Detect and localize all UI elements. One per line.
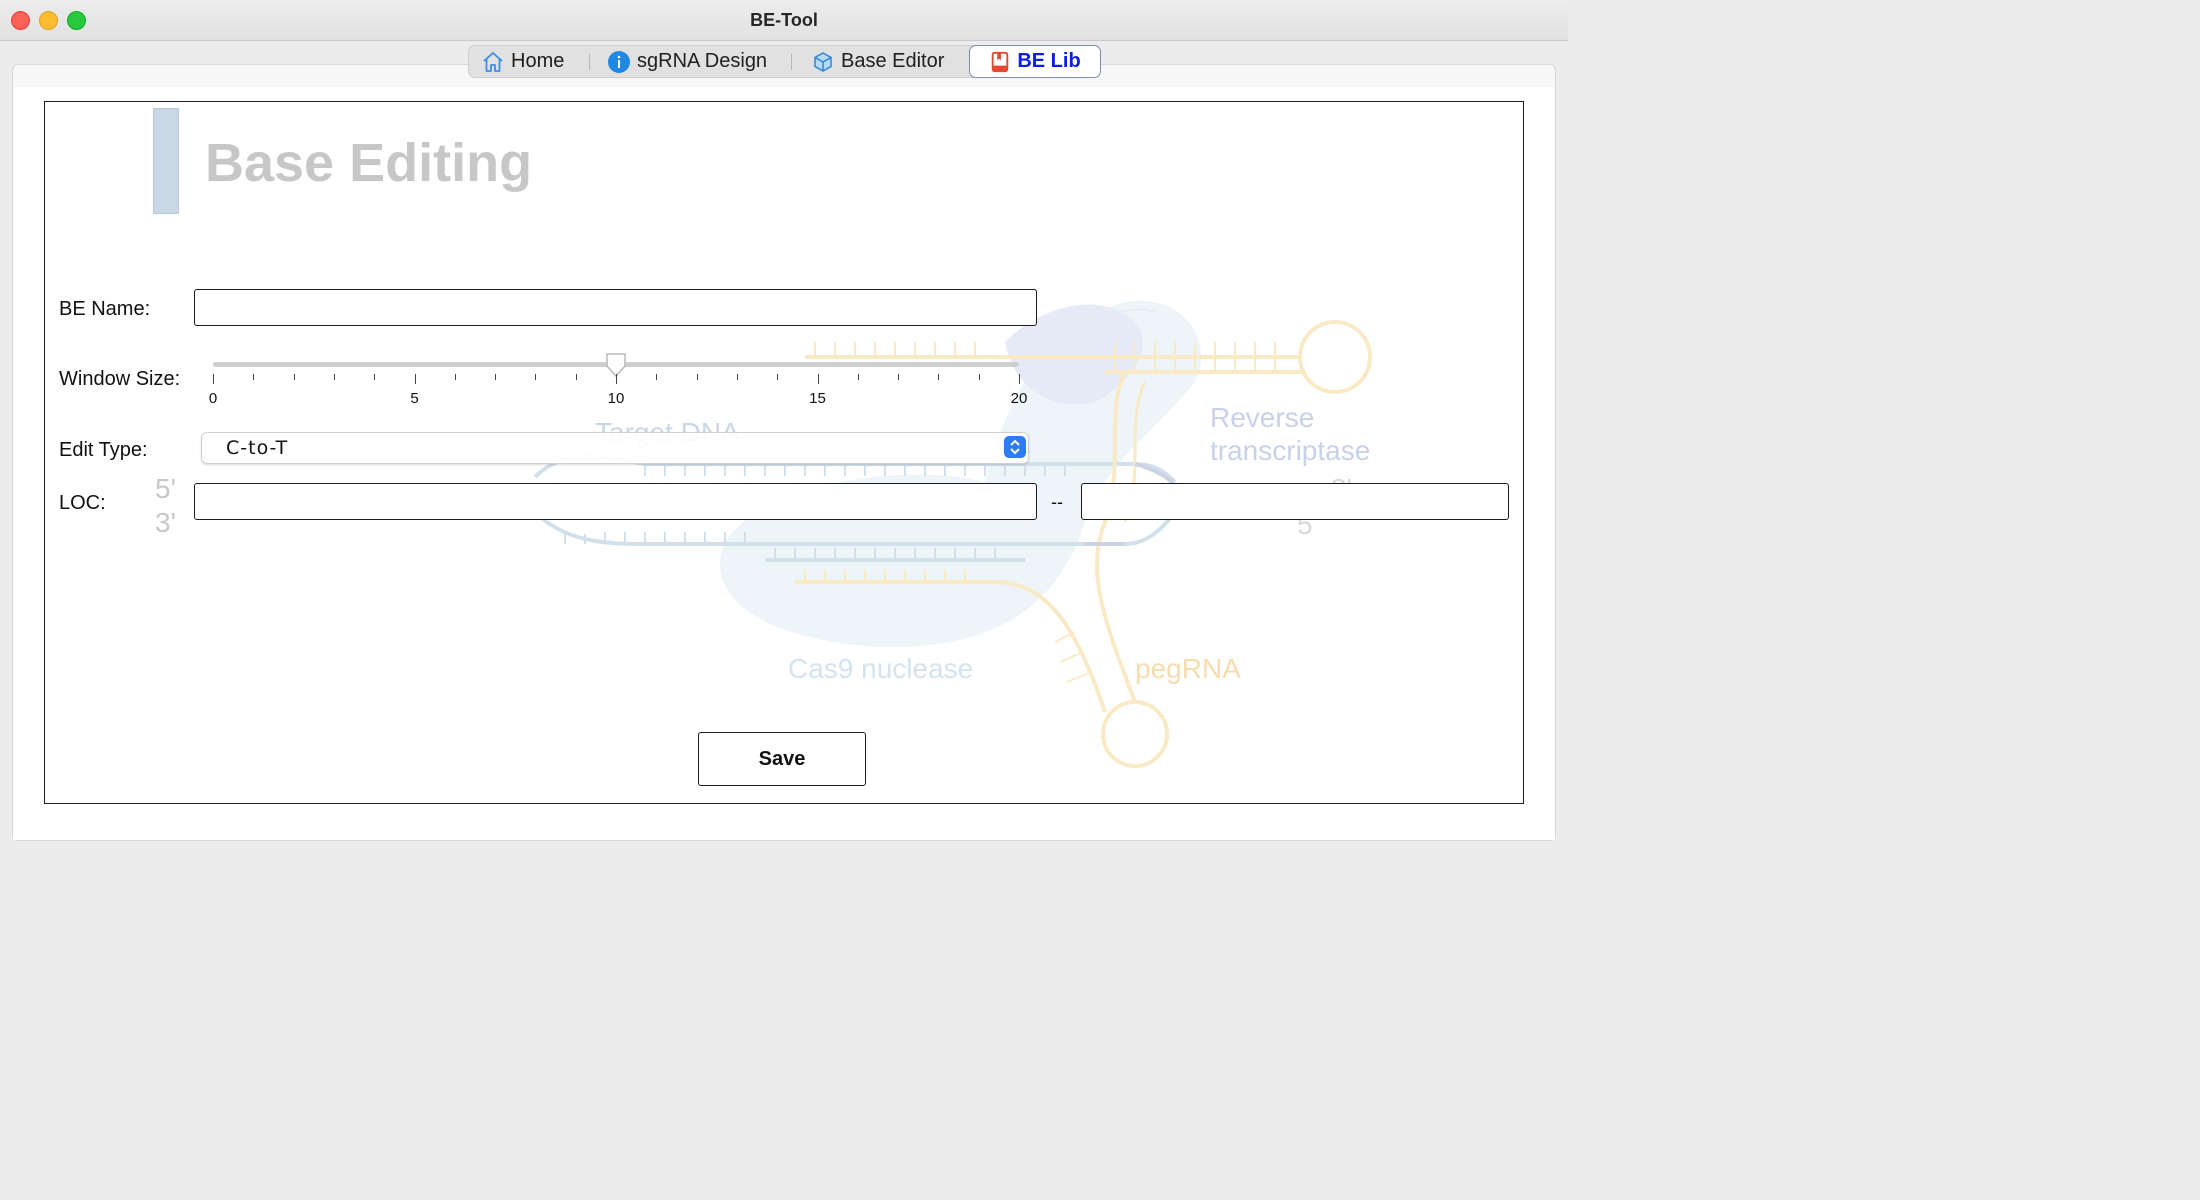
diagram-label-reverse: Reverse: [1210, 402, 1314, 433]
be-name-input[interactable]: [194, 289, 1037, 326]
slider-tick: [333, 374, 335, 380]
slider-tick: [414, 374, 416, 384]
slider-tick: [978, 374, 980, 380]
slider-tick: [777, 374, 779, 380]
slider-tick: [857, 374, 859, 380]
loc-label: LOC:: [59, 492, 106, 514]
tab-base-editor[interactable]: Base Editor: [811, 46, 944, 77]
cube-icon: [814, 51, 832, 72]
slider-tick: [454, 374, 456, 380]
slider-tick: [696, 374, 698, 380]
tab-sgrna-design-label: sgRNA Design: [637, 50, 768, 72]
edit-type-select[interactable]: C-to-T: [201, 432, 1029, 464]
window-title: BE-Tool: [750, 10, 818, 30]
info-circle-icon: [608, 50, 630, 73]
diagram-label-cas9: Cas9 nuclease: [788, 653, 973, 684]
loc-start-input[interactable]: [194, 483, 1037, 520]
edit-type-label: Edit Type:: [59, 439, 148, 461]
be-lib-form-panel: Target DNA Reverse transcriptase Cas9 nu…: [44, 101, 1524, 804]
window-size-label: Window Size:: [59, 368, 181, 390]
slider-tick: [736, 374, 738, 380]
slider-tick-label: 0: [208, 390, 218, 407]
page-heading: Base Editing: [205, 133, 533, 193]
tab-sgrna-design[interactable]: sgRNA Design: [607, 46, 767, 77]
tab-be-lib[interactable]: BE Lib: [969, 45, 1101, 78]
slider-tick-label: 10: [607, 390, 625, 407]
slider-tick: [1019, 374, 1020, 384]
tab-be-lib-label: BE Lib: [1017, 50, 1081, 72]
slider-tick: [817, 374, 819, 384]
chevron-up-down-icon: [1004, 436, 1026, 458]
tab-home[interactable]: Home: [481, 46, 564, 77]
heading-accent-bar: [153, 108, 179, 214]
tab-home-label: Home: [511, 50, 565, 72]
loc-separator: --: [1051, 492, 1063, 512]
slider-tick-label: 5: [410, 390, 419, 407]
slider-tick: [374, 374, 376, 380]
slider-tick: [253, 374, 255, 380]
slider-tick: [656, 374, 658, 380]
slider-tick-label: 20: [1010, 390, 1028, 407]
book-icon: [992, 51, 1009, 72]
home-icon: [483, 51, 503, 72]
slider-tick: [293, 374, 295, 380]
slider-tick: [938, 374, 940, 380]
diagram-label-5-prime: 5': [155, 473, 176, 504]
slider-tick: [495, 374, 497, 380]
diagram-label-pegrna: pegRNA: [1135, 653, 1241, 684]
slider-tick: [616, 374, 617, 384]
loc-end-input[interactable]: [1081, 483, 1509, 520]
tab-bar: Home sgRNA Design Base Editor BE Lib: [468, 45, 1101, 78]
diagram-label-transcriptase: transcriptase: [1210, 435, 1370, 466]
slider-tick: [575, 374, 577, 380]
be-name-label: BE Name:: [59, 298, 151, 320]
save-button[interactable]: Save: [698, 732, 866, 786]
slider-tick: [898, 374, 900, 380]
slider-tick-label: 15: [809, 390, 826, 407]
tab-base-editor-label: Base Editor: [841, 50, 945, 72]
slider-tick: [535, 374, 537, 380]
title-bar: BE-Tool: [0, 0, 1568, 41]
slider-tick: [213, 374, 214, 384]
diagram-label-3-prime: 3': [155, 507, 176, 538]
edit-type-selected-value: C-to-T: [226, 437, 289, 459]
